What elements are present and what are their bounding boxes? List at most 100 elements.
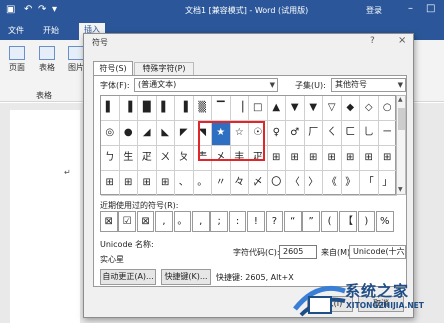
symbol-cell[interactable]: 」 xyxy=(378,171,397,196)
symbol-cell[interactable]: ㄆ xyxy=(175,146,194,171)
symbol-cell[interactable]: 〈 xyxy=(286,171,305,196)
symbol-cell[interactable]: ㄑ xyxy=(323,121,342,146)
symbol-cell[interactable]: ⊞ xyxy=(360,146,379,171)
recent-symbol-cell[interactable]: , xyxy=(192,211,210,232)
symbol-cell[interactable]: ▔ xyxy=(212,96,231,121)
symbol-cell[interactable]: ○ xyxy=(378,96,397,121)
symbol-cell[interactable]: █ xyxy=(138,96,157,121)
subset-select[interactable]: 其他符号 ▼ xyxy=(331,78,406,92)
recent-symbol-cell[interactable]: “ xyxy=(284,211,302,232)
tab-special-characters[interactable]: 特殊字符(P) xyxy=(134,62,194,75)
symbol-cell[interactable]: 〃 xyxy=(212,171,231,196)
document-page[interactable] xyxy=(10,110,80,323)
symbol-cell[interactable]: ▼ xyxy=(304,96,323,121)
ribbon-table[interactable]: 表格 xyxy=(36,46,58,73)
symbol-cell[interactable]: ▲ xyxy=(267,96,286,121)
symbol-cell[interactable]: 厂 xyxy=(304,121,323,146)
save-icon[interactable]: ▣ xyxy=(6,4,15,15)
symbol-cell[interactable]: 》 xyxy=(341,171,360,196)
symbol-cell[interactable]: ◆ xyxy=(341,96,360,121)
shortcut-key-button[interactable]: 快捷键(K)... xyxy=(161,269,211,285)
symbol-cell[interactable]: ㄨ xyxy=(156,146,175,171)
symbol-cell[interactable]: ⊞ xyxy=(304,146,323,171)
ribbon-group-label: 表格 xyxy=(36,91,52,100)
symbol-cell[interactable]: ㄧ xyxy=(378,121,397,146)
recent-symbol-cell[interactable]: : xyxy=(228,211,247,232)
symbol-cell[interactable]: ⊞ xyxy=(156,171,175,196)
symbol-cell[interactable]: 〆 xyxy=(249,171,268,196)
scroll-thumb[interactable] xyxy=(398,108,405,130)
symbol-cell[interactable]: 〉 xyxy=(304,171,323,196)
symbol-cell[interactable]: 々 xyxy=(230,171,249,196)
symbol-cell[interactable]: ⊞ xyxy=(323,146,342,171)
recent-symbol-cell[interactable]: ” xyxy=(302,211,320,232)
symbol-cell[interactable]: ㄈ xyxy=(341,121,360,146)
symbol-cell[interactable]: ◣ xyxy=(156,121,175,146)
font-select[interactable]: (普通文本) ▼ xyxy=(134,78,278,92)
symbol-cell[interactable]: ⊞ xyxy=(119,171,138,196)
recent-symbol-cell[interactable]: 【 xyxy=(339,211,357,232)
recent-symbol-cell[interactable]: ( xyxy=(320,211,339,232)
symbol-cell[interactable]: ♀ xyxy=(267,121,286,146)
scroll-down-icon[interactable]: ▼ xyxy=(398,186,403,193)
symbol-cell[interactable]: 乚 xyxy=(360,121,379,146)
recent-symbol-cell[interactable]: ! xyxy=(247,211,265,232)
recent-symbol-cell[interactable]: ☑ xyxy=(118,211,136,232)
symbol-cell[interactable]: ⊞ xyxy=(138,171,157,196)
symbol-cell[interactable]: 《 xyxy=(323,171,342,196)
customize-icon[interactable]: ▾ xyxy=(52,4,57,15)
undo-icon[interactable]: ↶ xyxy=(24,4,32,15)
tab-file[interactable]: 文件 xyxy=(8,25,24,36)
tab-symbols[interactable]: 符号(S) xyxy=(93,61,133,75)
symbol-cell[interactable]: ◤ xyxy=(175,121,194,146)
recent-symbol-cell[interactable]: ⊠ xyxy=(136,211,155,232)
recent-symbol-cell[interactable]: , xyxy=(155,211,173,232)
restore-button[interactable]: □ xyxy=(426,3,435,14)
recent-symbol-cell[interactable]: ⊠ xyxy=(100,211,118,232)
from-select[interactable]: Unicode(十六进 xyxy=(349,245,406,259)
symbol-cell[interactable]: ⊞ xyxy=(378,146,397,171)
symbol-cell[interactable]: 疋 xyxy=(138,146,157,171)
symbol-cell[interactable]: ▌ xyxy=(101,96,120,121)
tab-home[interactable]: 开始 xyxy=(43,25,59,36)
recent-symbol-cell[interactable]: ; xyxy=(210,211,228,232)
recent-symbol-cell[interactable]: ? xyxy=(265,211,284,232)
recent-symbol-cell[interactable]: 。 xyxy=(173,211,192,232)
symbol-cell[interactable]: ▐ xyxy=(119,96,138,121)
symbol-cell[interactable]: 。 xyxy=(193,171,212,196)
symbol-cell[interactable]: ⊞ xyxy=(101,171,120,196)
symbol-cell[interactable]: ▒ xyxy=(193,96,212,121)
symbol-cell[interactable]: ● xyxy=(119,121,138,146)
dialog-close-button[interactable]: × xyxy=(398,35,406,46)
symbol-cell[interactable]: ◎ xyxy=(101,121,120,146)
symbol-cell[interactable]: ▕ xyxy=(230,96,249,121)
charcode-input[interactable]: 2605 xyxy=(279,245,317,259)
symbol-grid-scrollbar[interactable]: ▲ ▼ xyxy=(396,95,406,195)
login-link[interactable]: 登录 xyxy=(366,5,382,16)
recent-symbol-cell[interactable]: % xyxy=(376,211,394,232)
scroll-up-icon[interactable]: ▲ xyxy=(398,96,403,103)
symbol-cell[interactable]: ◇ xyxy=(360,96,379,121)
symbol-cell[interactable]: ♂ xyxy=(286,121,305,146)
ribbon-picture-label: 图片 xyxy=(68,63,84,72)
symbol-cell[interactable]: ▽ xyxy=(323,96,342,121)
symbol-cell[interactable]: ▌ xyxy=(156,96,175,121)
symbol-cell[interactable]: ⊞ xyxy=(341,146,360,171)
symbol-cell[interactable]: ㄅ xyxy=(101,146,120,171)
minimize-button[interactable]: – xyxy=(408,3,413,14)
symbol-cell[interactable]: ⊞ xyxy=(267,146,286,171)
recent-symbol-cell[interactable]: ) xyxy=(357,211,376,232)
help-button[interactable]: ? xyxy=(370,36,375,46)
symbol-cell[interactable]: □ xyxy=(249,96,268,121)
redo-icon[interactable]: ↷ xyxy=(38,4,46,15)
symbol-cell[interactable]: 〇 xyxy=(267,171,286,196)
symbol-cell[interactable]: ▼ xyxy=(286,96,305,121)
ribbon-pages[interactable]: 页面 xyxy=(6,46,28,73)
symbol-cell[interactable]: 「 xyxy=(360,171,379,196)
symbol-cell[interactable]: 生 xyxy=(119,146,138,171)
autocorrect-button[interactable]: 自动更正(A)... xyxy=(100,269,156,285)
symbol-cell[interactable]: 、 xyxy=(175,171,194,196)
symbol-cell[interactable]: ◢ xyxy=(138,121,157,146)
symbol-cell[interactable]: ⊞ xyxy=(286,146,305,171)
symbol-cell[interactable]: ▐ xyxy=(175,96,194,121)
